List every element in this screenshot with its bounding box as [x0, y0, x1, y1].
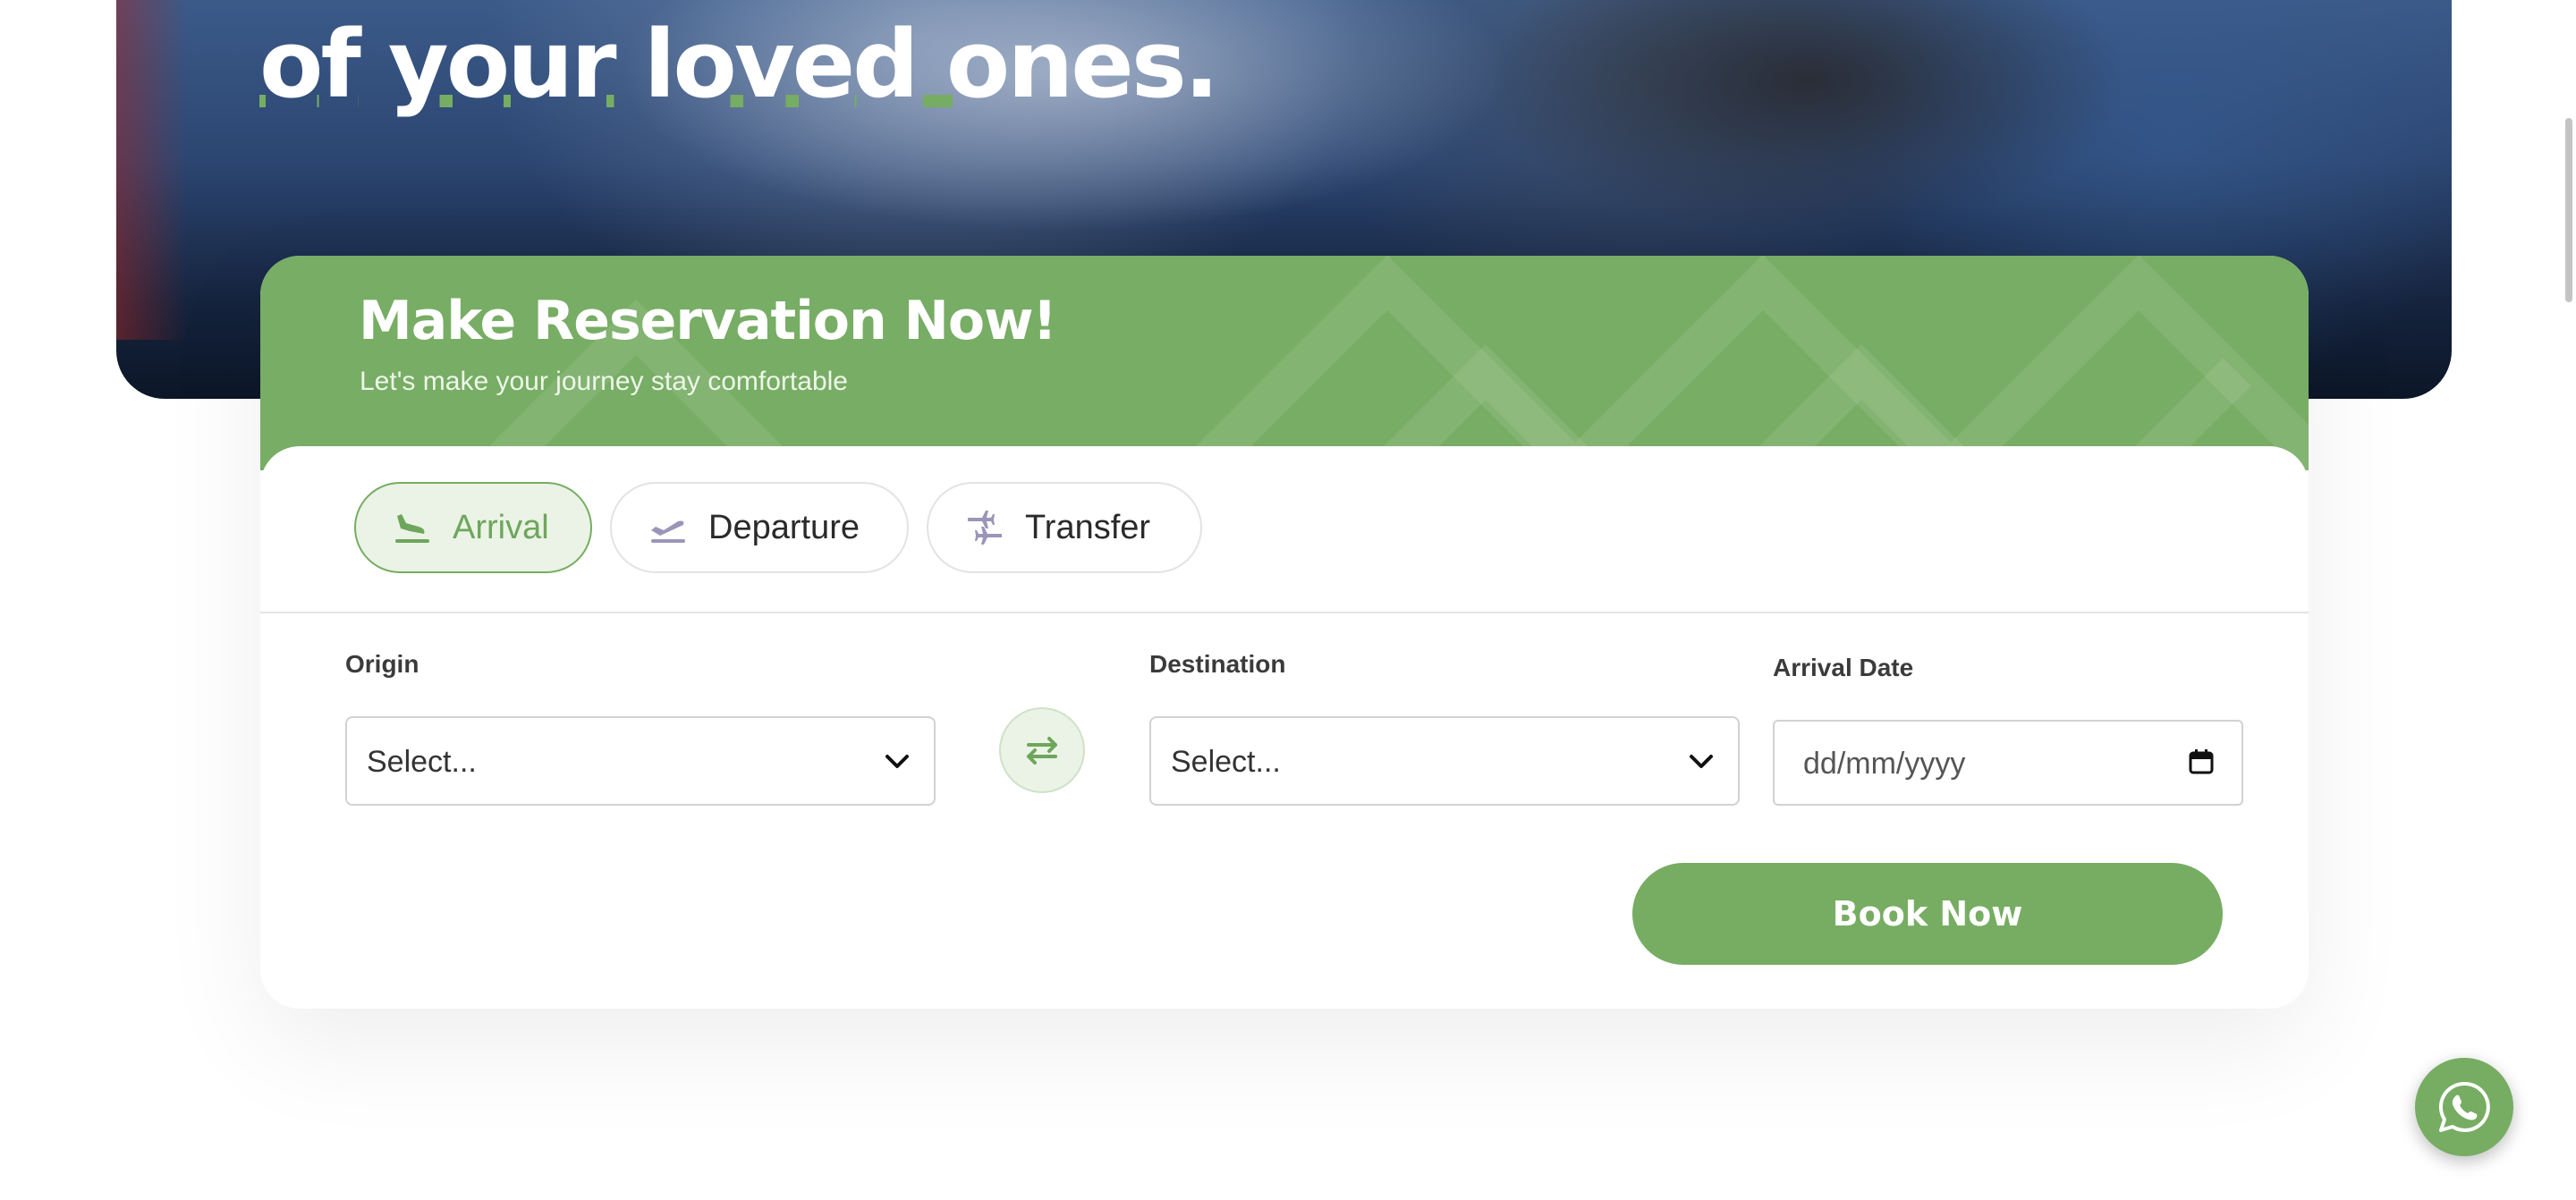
reservation-header: Make Reservation Now! Let's make your jo… [260, 256, 2309, 470]
reservation-card: Make Reservation Now! Let's make your jo… [260, 256, 2309, 1009]
tab-arrival-label: Arrival [453, 508, 549, 546]
tab-transfer[interactable]: Transfer [927, 482, 1202, 573]
reservation-title: Make Reservation Now! [359, 290, 1057, 352]
calendar-icon[interactable] [2188, 748, 2215, 775]
hero-photo-seat [116, 0, 188, 340]
plane-takeoff-icon [648, 507, 689, 548]
page-scrollbar[interactable] [2565, 118, 2572, 302]
tab-departure[interactable]: Departure [610, 482, 909, 573]
hero-title: of your loved ones. [259, 10, 1219, 119]
form-divider [260, 612, 2309, 613]
book-now-button[interactable]: Book Now [1632, 863, 2223, 965]
origin-label: Origin [345, 650, 419, 678]
header-pattern [464, 256, 2309, 470]
chevron-down-icon [886, 755, 909, 768]
plane-transfer-icon [964, 507, 1005, 548]
chevron-down-icon [1690, 755, 1713, 768]
hero-photo-attendant [1494, 0, 2120, 232]
destination-label: Destination [1149, 650, 1286, 678]
destination-select[interactable]: Select... [1149, 716, 1740, 806]
origin-select-value: Select... [367, 745, 477, 779]
reservation-form: Arrival Departure Transfer Origin Select… [260, 446, 2309, 1009]
whatsapp-chat-button[interactable] [2415, 1058, 2513, 1156]
swap-arrows-icon [1027, 737, 1057, 765]
tab-departure-label: Departure [708, 508, 860, 546]
arrival-date-label: Arrival Date [1773, 654, 1914, 681]
arrival-date-input[interactable]: dd/mm/yyyy [1773, 720, 2243, 806]
origin-select[interactable]: Select... [345, 716, 936, 806]
tab-transfer-label: Transfer [1025, 508, 1151, 546]
arrival-date-placeholder: dd/mm/yyyy [1803, 747, 1966, 781]
swap-button[interactable] [999, 707, 1085, 793]
tab-arrival[interactable]: Arrival [354, 482, 592, 573]
plane-landing-icon [392, 507, 433, 548]
destination-select-value: Select... [1171, 745, 1281, 779]
whatsapp-icon [2438, 1081, 2490, 1132]
reservation-subtitle: Let's make your journey stay comfortable [360, 367, 848, 396]
